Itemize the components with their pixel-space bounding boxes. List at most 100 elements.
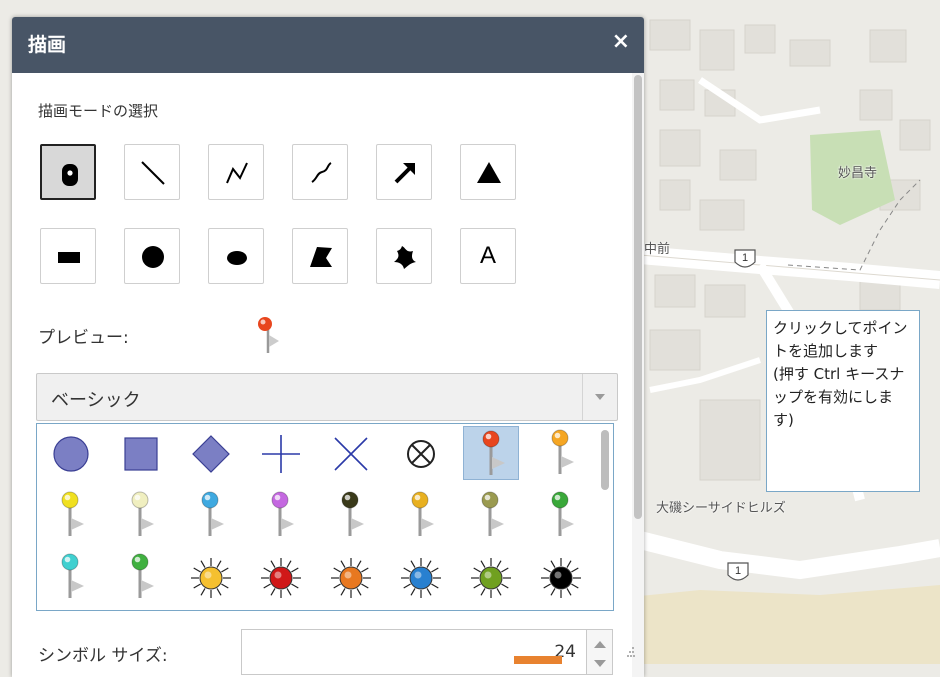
symbol-pin-option[interactable]: [113, 550, 169, 604]
draw-panel: 描画 × 描画モードの選択 A プレビュー: ベーシック シンボル サイズ: 2…: [12, 17, 644, 677]
draw-mode-label: 描画モードの選択: [38, 102, 159, 120]
symbol-pin-option[interactable]: [533, 426, 589, 480]
cross-symbol-icon: [262, 435, 300, 473]
symbol-cross-option[interactable]: [253, 426, 309, 480]
pin-symbol-icon: [61, 553, 84, 598]
symbol-sun-option[interactable]: [463, 550, 519, 604]
line-mode-button[interactable]: [124, 144, 180, 200]
symbol-style-value: ベーシック: [51, 390, 141, 411]
freehand-polygon-icon: [394, 246, 416, 269]
arrow-icon: [394, 163, 415, 184]
rectangle-mode-button[interactable]: [40, 228, 96, 284]
orange-tab[interactable]: [514, 656, 562, 664]
point-mode-button[interactable]: [40, 144, 96, 200]
sun-symbol-icon: [471, 558, 511, 598]
symbol-pin-option[interactable]: [463, 426, 519, 480]
text-mode-button[interactable]: A: [460, 228, 516, 284]
text-icon: A: [479, 242, 496, 269]
line-icon: [141, 161, 165, 185]
temple-label: 妙昌寺: [838, 166, 878, 181]
pin-symbol-icon: [481, 491, 504, 536]
freehand-polygon-mode-button[interactable]: [376, 228, 432, 284]
preview-label: プレビュー:: [38, 328, 129, 348]
pin-symbol-icon: [341, 491, 364, 536]
sun-symbol-icon: [541, 558, 581, 598]
route-number: 1: [734, 565, 742, 577]
map-tooltip: クリックしてポイントを追加します (押す Ctrl キースナップを有効にします): [766, 310, 920, 492]
pin-symbol-icon: [201, 491, 224, 536]
circle-x-symbol-icon: [407, 440, 435, 468]
symbol-style-select[interactable]: ベーシック: [36, 373, 618, 421]
symbol-circle-x-option[interactable]: [393, 426, 449, 480]
preview-pin-icon: [255, 315, 281, 359]
panel-title: 描画: [28, 34, 67, 56]
route-shield: 1: [725, 561, 751, 585]
ellipse-mode-button[interactable]: [208, 228, 264, 284]
panel-scroll-thumb[interactable]: [634, 75, 642, 519]
circle-symbol-icon: [53, 436, 89, 472]
symbol-pin-option[interactable]: [253, 488, 309, 542]
symbol-pin-option[interactable]: [113, 488, 169, 542]
circle-icon: [142, 246, 164, 268]
symbol-x-option[interactable]: [323, 426, 379, 480]
sun-symbol-icon: [401, 558, 441, 598]
symbol-pin-option[interactable]: [323, 488, 379, 542]
pin-symbol-icon: [271, 491, 294, 536]
panel-scrollbar[interactable]: [632, 73, 644, 677]
route-shield: 1: [732, 248, 758, 272]
symbol-gallery: [36, 423, 614, 611]
chevron-down-icon[interactable]: [582, 374, 617, 420]
point-icon: [62, 164, 78, 186]
polygon-mode-button[interactable]: [292, 228, 348, 284]
symbol-square-option[interactable]: [113, 426, 169, 480]
symbol-sun-option[interactable]: [183, 550, 239, 604]
rectangle-icon: [58, 252, 80, 263]
polyline-icon: [226, 162, 248, 184]
area-label: 中前: [644, 242, 671, 257]
x-symbol-icon: [334, 437, 368, 471]
arrow-mode-button[interactable]: [376, 144, 432, 200]
symbol-pin-option[interactable]: [43, 550, 99, 604]
gallery-scroll-thumb[interactable]: [601, 430, 609, 490]
diamond-symbol-icon: [192, 435, 230, 473]
sun-symbol-icon: [261, 558, 301, 598]
triangle-mode-button[interactable]: [460, 144, 516, 200]
pin-symbol-icon: [551, 429, 574, 474]
symbol-pin-option[interactable]: [393, 488, 449, 542]
sun-symbol-icon: [331, 558, 371, 598]
pin-symbol-icon: [411, 491, 434, 536]
stepper-up-icon: [594, 641, 606, 648]
pin-symbol-icon: [131, 491, 154, 536]
pin-symbol-icon: [551, 491, 574, 536]
symbol-pin-option[interactable]: [533, 488, 589, 542]
symbol-sun-option[interactable]: [533, 550, 589, 604]
symbol-circle-option[interactable]: [43, 426, 99, 480]
symbol-sun-option[interactable]: [253, 550, 309, 604]
symbol-size-input[interactable]: 24: [241, 629, 587, 675]
panel-titlebar[interactable]: 描画 ×: [12, 17, 644, 73]
symbol-sun-option[interactable]: [393, 550, 449, 604]
circle-mode-button[interactable]: [124, 228, 180, 284]
route-number: 1: [741, 252, 749, 264]
pin-symbol-icon: [61, 491, 84, 536]
symbol-size-label: シンボル サイズ:: [38, 646, 168, 666]
triangle-icon: [477, 162, 501, 183]
symbol-pin-option[interactable]: [183, 488, 239, 542]
ellipse-icon: [227, 251, 247, 265]
symbol-diamond-option[interactable]: [183, 426, 239, 480]
pin-symbol-icon: [131, 553, 154, 598]
sun-symbol-icon: [191, 558, 231, 598]
symbol-pin-option[interactable]: [43, 488, 99, 542]
freehand-line-icon: [311, 162, 332, 183]
size-stepper[interactable]: [587, 629, 613, 675]
symbol-sun-option[interactable]: [323, 550, 379, 604]
square-symbol-icon: [124, 437, 158, 471]
polyline-mode-button[interactable]: [208, 144, 264, 200]
pin-symbol-icon: [482, 430, 505, 475]
resize-grip-icon[interactable]: [626, 644, 636, 658]
freehand-line-mode-button[interactable]: [292, 144, 348, 200]
polygon-icon: [310, 247, 332, 267]
close-button[interactable]: ×: [612, 29, 630, 54]
neighborhood-label: 大磯シーサイドヒルズ: [656, 501, 786, 516]
symbol-pin-option[interactable]: [463, 488, 519, 542]
